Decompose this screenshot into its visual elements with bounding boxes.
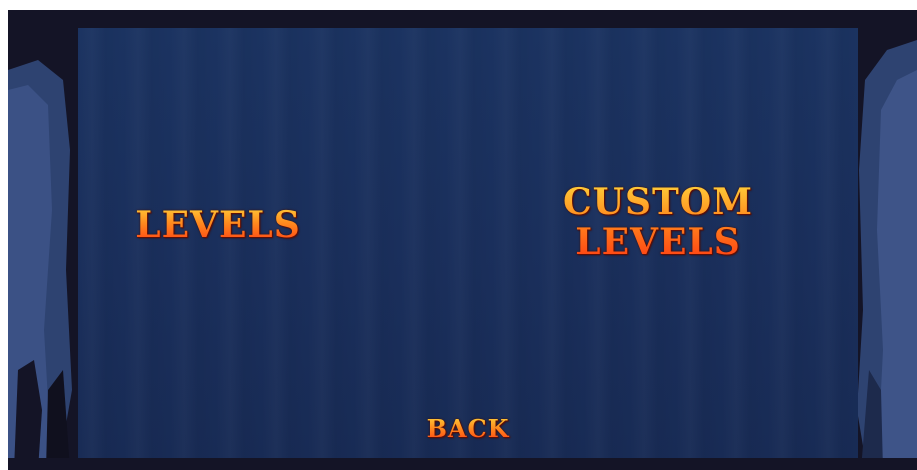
custom-levels-label-line2: LEVELS [575, 221, 741, 264]
levels-button[interactable]: LEVELS [118, 205, 318, 246]
custom-levels-label-line1: CUSTOM [562, 181, 754, 223]
back-button[interactable]: BACK [403, 415, 533, 443]
game-screen: LEVELS CUSTOM LEVELS BACK [8, 10, 917, 470]
custom-levels-button[interactable]: CUSTOM LEVELS [548, 182, 768, 263]
left-cliff-decoration [8, 10, 78, 470]
bottom-frame [8, 458, 917, 470]
